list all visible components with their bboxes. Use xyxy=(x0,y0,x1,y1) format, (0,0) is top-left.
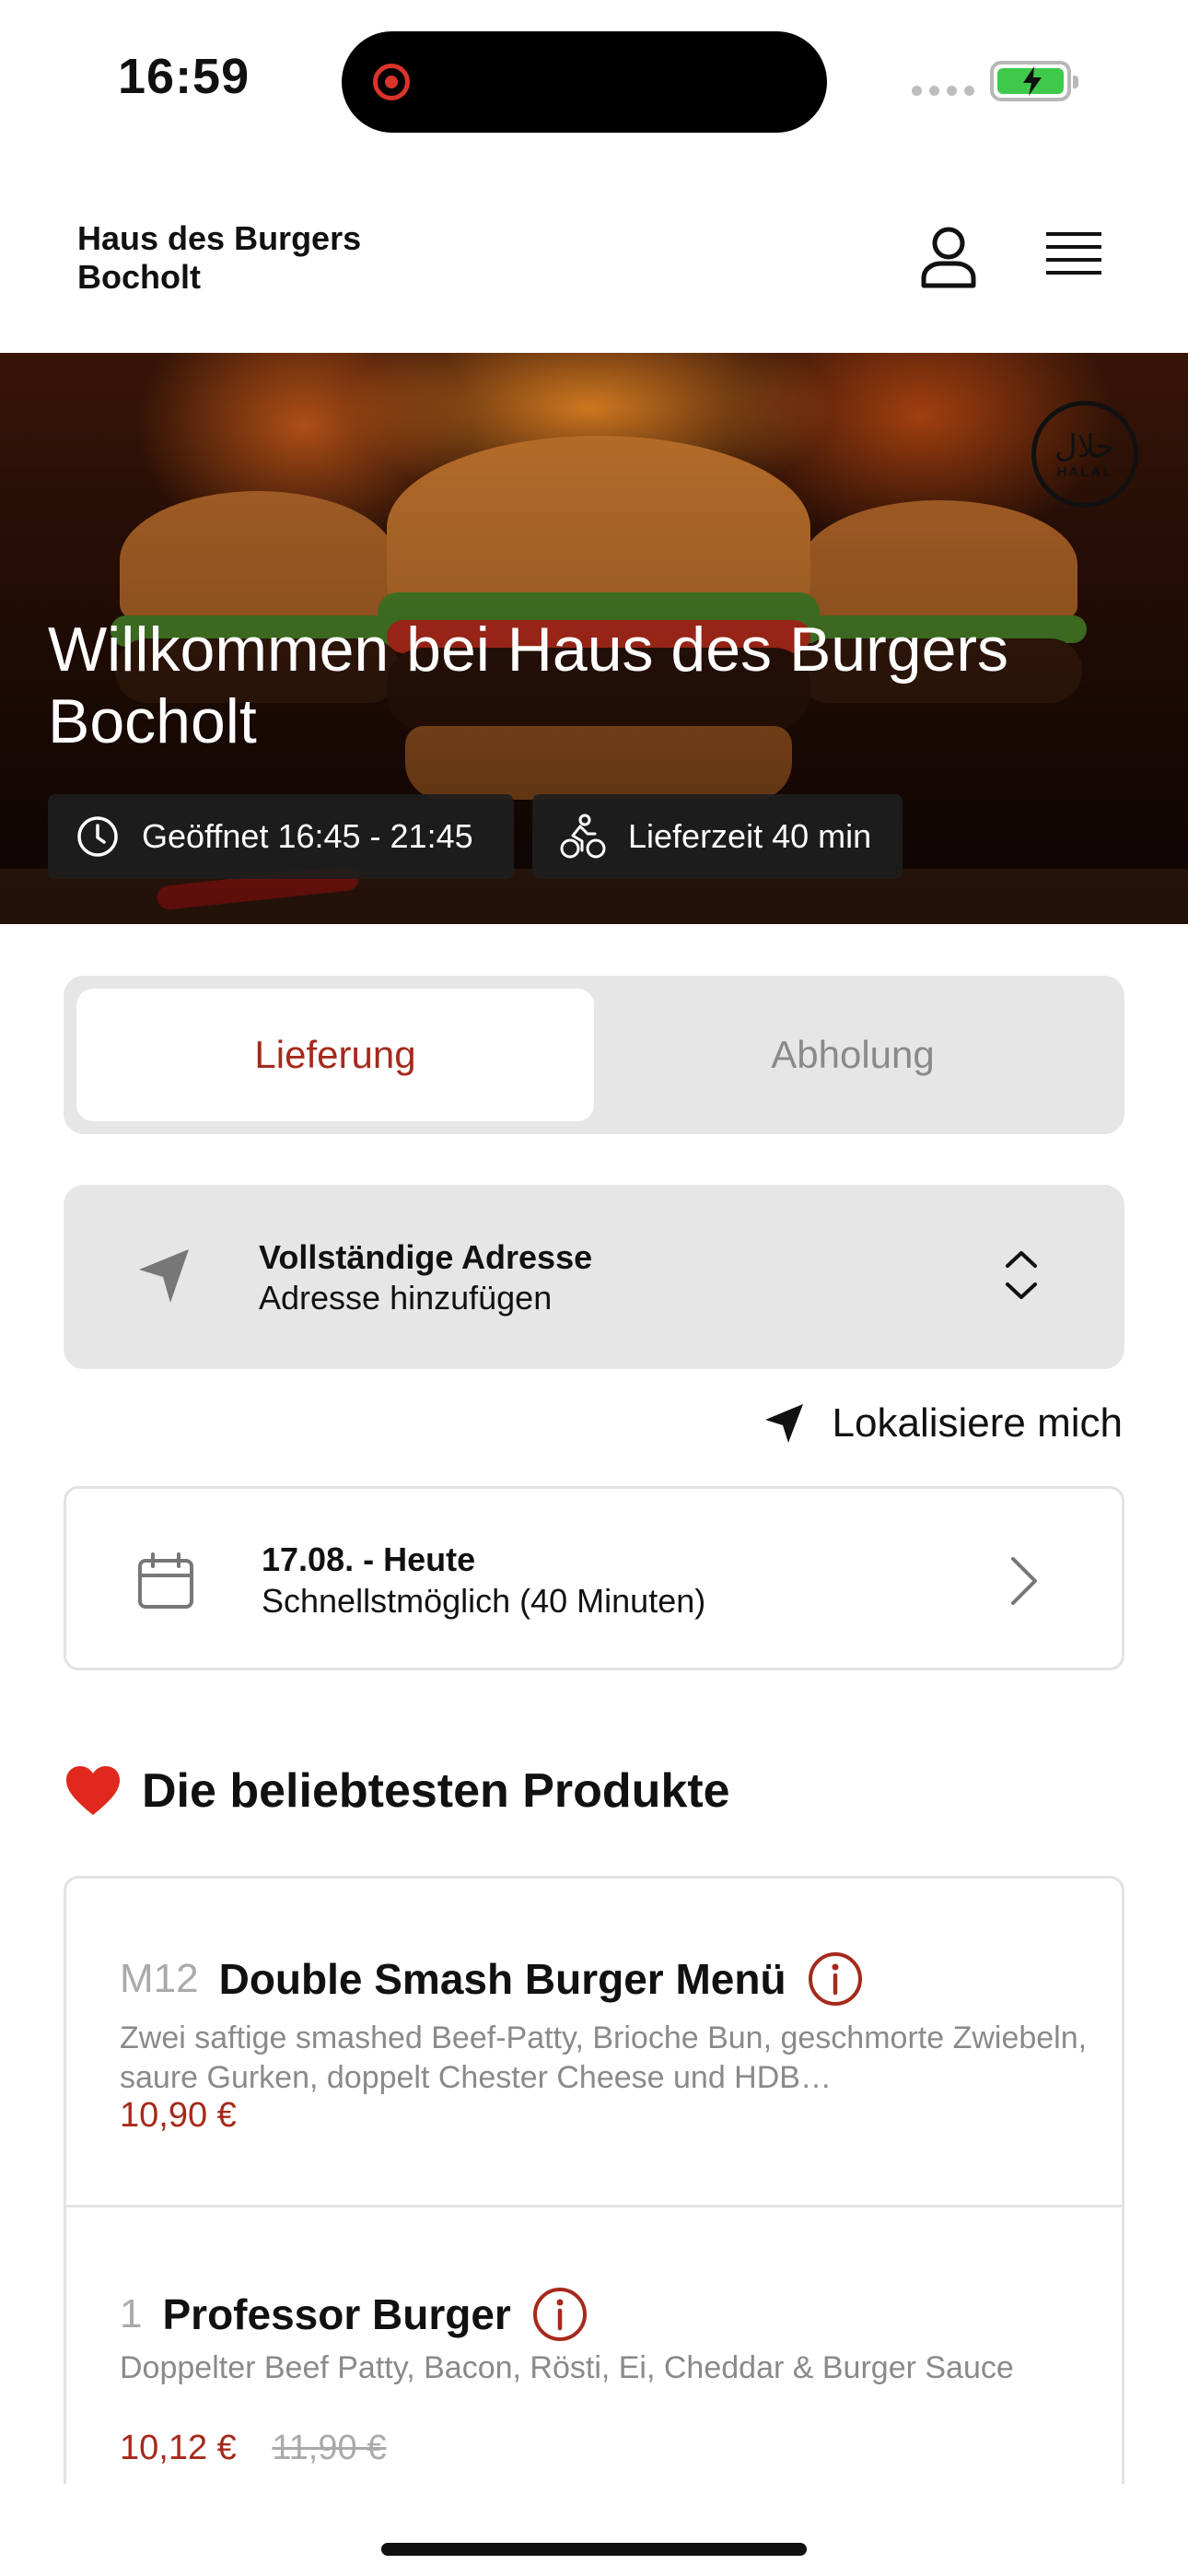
heart-icon xyxy=(66,1766,120,1815)
location-arrow-icon xyxy=(139,1249,189,1303)
product-number: M12 xyxy=(120,1956,199,2001)
tab-delivery[interactable]: Lieferung xyxy=(76,989,594,1121)
account-button[interactable] xyxy=(912,221,985,295)
brand-name[interactable]: Haus des Burgers Bocholt xyxy=(77,219,361,297)
delivery-time: Schnellstmöglich (40 Minuten) xyxy=(262,1582,706,1620)
tab-pickup[interactable]: Abholung xyxy=(594,989,1112,1121)
chevron-right-icon xyxy=(1011,1557,1037,1605)
delivery-time-selector[interactable]: 17.08. - Heute Schnellstmöglich (40 Minu… xyxy=(64,1486,1124,1670)
calendar-icon xyxy=(138,1552,193,1609)
brand-line-2: Bocholt xyxy=(77,258,201,296)
battery-icon xyxy=(990,61,1078,101)
section-title-popular: Die beliebtesten Produkte xyxy=(64,1763,730,1819)
recording-indicator-icon xyxy=(373,64,410,100)
opening-hours-text: Geöffnet 16:45 - 21:45 xyxy=(142,817,473,855)
order-mode-tabs: Lieferung Abholung xyxy=(64,976,1124,1134)
hamburger-menu-icon xyxy=(1046,232,1101,275)
clock-icon xyxy=(77,816,118,857)
delivery-date: 17.08. - Heute xyxy=(262,1540,476,1578)
address-selector[interactable]: Vollständige Adresse Adresse hinzufügen xyxy=(64,1185,1124,1369)
address-title: Vollständige Adresse xyxy=(259,1238,593,1276)
product-description: Doppelter Beef Patty, Bacon, Rösti, Ei, … xyxy=(120,2350,1014,2385)
address-subtitle: Adresse hinzufügen xyxy=(259,1279,553,1317)
halal-arabic-text: حلال xyxy=(1054,427,1115,465)
user-icon xyxy=(921,227,976,288)
hero-title: Willkommen bei Haus des Burgers Bocholt xyxy=(48,615,1009,756)
location-arrow-icon xyxy=(764,1404,803,1443)
popular-heading: Die beliebtesten Produkte xyxy=(142,1764,730,1818)
status-time: 16:59 xyxy=(118,49,250,104)
locate-me-label: Lokalisiere mich xyxy=(832,1400,1123,1446)
chevron-up-down-icon xyxy=(1006,1251,1037,1299)
signal-icon xyxy=(912,86,974,96)
home-indicator[interactable] xyxy=(381,2543,807,2556)
product-name: Professor Burger xyxy=(162,2290,511,2338)
product-price-row: 10,12 € 11,90 € xyxy=(120,2429,386,2468)
product-number: 1 xyxy=(120,2291,143,2336)
product-item[interactable]: 1 Professor Burger Doppelter Beef Patty,… xyxy=(66,2207,1122,2484)
brand-line-1: Haus des Burgers xyxy=(77,219,362,257)
menu-button[interactable] xyxy=(1039,228,1109,287)
info-icon[interactable] xyxy=(531,2286,588,2343)
product-old-price: 11,90 € xyxy=(272,2429,387,2467)
product-price: 10,90 € xyxy=(120,2096,237,2135)
dynamic-island xyxy=(342,31,827,133)
product-price: 10,12 € xyxy=(120,2429,237,2467)
app-header: Haus des Burgers Bocholt xyxy=(0,157,1188,353)
halal-badge: حلال HALAL xyxy=(1031,401,1138,508)
hero-banner: حلال HALAL Willkommen bei Haus des Burge… xyxy=(0,353,1188,924)
halal-label: HALAL xyxy=(1056,463,1113,480)
info-icon[interactable] xyxy=(807,1950,864,2008)
product-list: M12 Double Smash Burger Menü Zwei saftig… xyxy=(64,1876,1124,2484)
locate-me-button[interactable]: Lokalisiere mich xyxy=(763,1400,1123,1446)
product-description: Zwei saftige smashed Beef-Patty, Brioche… xyxy=(120,2020,1088,2095)
delivery-time-chip: Lieferzeit 40 min xyxy=(532,794,903,879)
opening-hours-chip: Geöffnet 16:45 - 21:45 xyxy=(48,794,514,879)
bicycle-rider-icon xyxy=(560,814,606,859)
status-bar: 16:59 xyxy=(0,0,1188,157)
product-item[interactable]: M12 Double Smash Burger Menü Zwei saftig… xyxy=(66,1879,1122,2207)
product-name: Double Smash Burger Menü xyxy=(218,1955,786,2003)
delivery-time-text: Lieferzeit 40 min xyxy=(628,817,872,855)
